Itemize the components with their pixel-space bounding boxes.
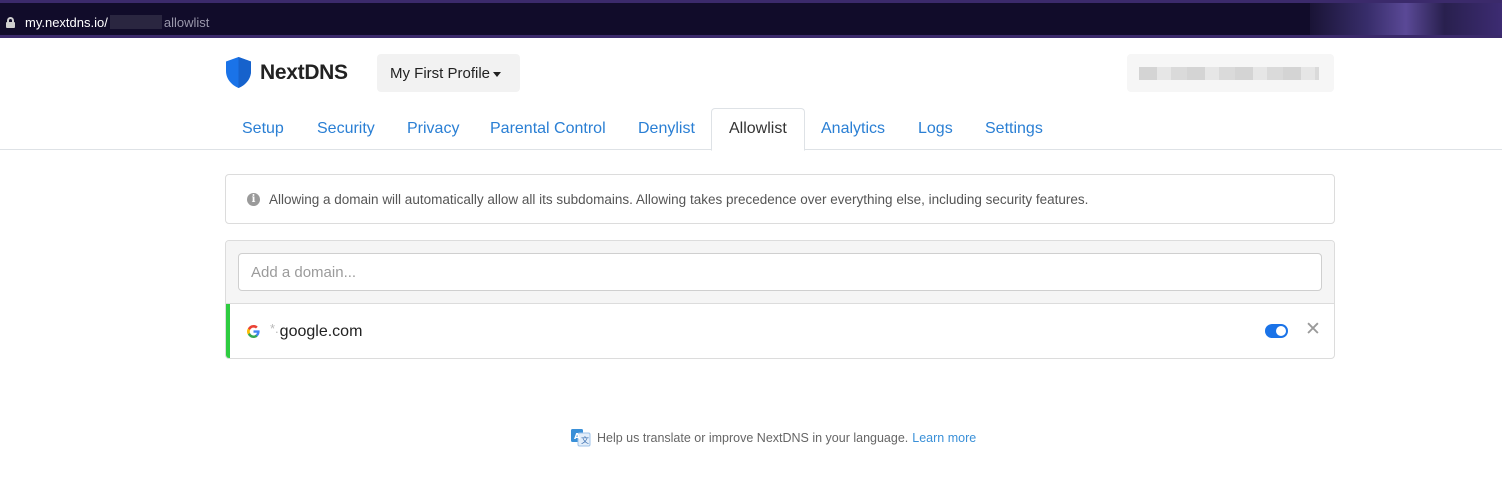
- nextdns-logo[interactable]: NextDNS: [226, 57, 348, 88]
- browser-address-bar: my.nextdns.io/ allowlist: [0, 0, 1502, 38]
- tab-analytics[interactable]: Analytics: [804, 108, 902, 150]
- redacted-account-email: [1139, 67, 1319, 80]
- tab-settings[interactable]: Settings: [968, 108, 1060, 150]
- account-menu[interactable]: [1127, 54, 1334, 92]
- add-domain-section: [226, 241, 1334, 304]
- allowlist-card: *. google.com ✕: [225, 240, 1335, 359]
- remove-icon[interactable]: ✕: [1305, 319, 1321, 341]
- learn-more-link[interactable]: Learn more: [912, 431, 976, 445]
- tab-denylist[interactable]: Denylist: [621, 108, 712, 150]
- brand-name: NextDNS: [260, 60, 348, 84]
- url-path: allowlist: [163, 14, 210, 30]
- address-field[interactable]: my.nextdns.io/ allowlist: [6, 12, 209, 32]
- footer-text: Help us translate or improve NextDNS in …: [597, 431, 909, 445]
- tab-logs[interactable]: Logs: [901, 108, 970, 150]
- profile-label: My First Profile: [390, 64, 491, 82]
- translate-footer: A 文 Help us translate or improve NextDNS…: [571, 429, 976, 447]
- info-alert: i Allowing a domain will automatically a…: [225, 174, 1335, 224]
- browser-extensions: [1310, 3, 1502, 35]
- shield-icon: [226, 57, 251, 88]
- profile-tabs: Setup Security Privacy Parental Control …: [0, 108, 1502, 151]
- enable-toggle[interactable]: [1265, 324, 1288, 338]
- domain-name: google.com: [279, 322, 363, 340]
- tab-security[interactable]: Security: [300, 108, 392, 150]
- info-text: Allowing a domain will automatically all…: [269, 191, 1089, 207]
- translate-icon: A 文: [571, 429, 591, 447]
- google-favicon-icon: [247, 325, 260, 338]
- url-host: my.nextdns.io/: [25, 14, 108, 30]
- info-icon: i: [247, 192, 260, 206]
- tab-parental-control[interactable]: Parental Control: [473, 108, 623, 150]
- caret-down-icon: [493, 71, 502, 77]
- wildcard-prefix: *.: [270, 321, 279, 336]
- list-item: *. google.com ✕: [226, 304, 1334, 358]
- tab-allowlist[interactable]: Allowlist: [711, 108, 805, 151]
- tab-setup[interactable]: Setup: [225, 108, 301, 150]
- add-domain-input[interactable]: [238, 253, 1322, 291]
- tab-privacy[interactable]: Privacy: [390, 108, 476, 150]
- lock-icon: [6, 16, 15, 28]
- profile-dropdown[interactable]: My First Profile: [377, 54, 520, 92]
- svg-text:A: A: [574, 432, 581, 441]
- svg-text:文: 文: [581, 435, 589, 445]
- redacted-profile-id: [109, 15, 162, 29]
